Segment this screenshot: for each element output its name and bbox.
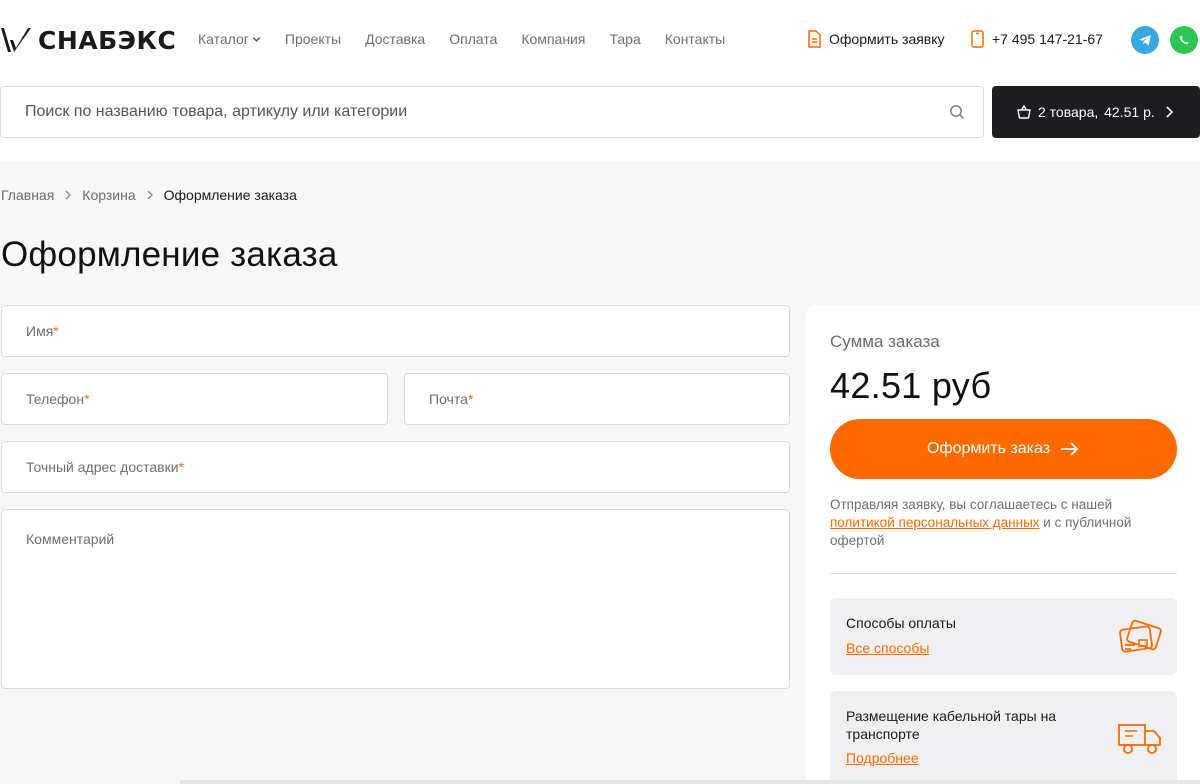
basket-icon [1017, 104, 1031, 119]
chevron-right-icon [65, 190, 72, 200]
logo-mark-icon [1, 28, 31, 52]
nav-item-delivery[interactable]: Доставка [365, 31, 425, 47]
nav-item-label: Доставка [365, 31, 426, 47]
nav-item-label: Оплата [449, 31, 498, 47]
page-title: Оформление заказа [1, 235, 338, 274]
all-payment-methods-link[interactable]: Все способы [846, 640, 929, 656]
arrow-right-icon [1061, 442, 1079, 456]
consent-text: Отправляя заявку, вы соглашаетесь с наше… [830, 497, 1132, 548]
chevron-down-icon [252, 36, 261, 42]
nav-item-label: Тара [609, 31, 641, 47]
apply-request-link[interactable]: Оформить заявку [806, 30, 945, 48]
order-sum-label: Сумма заказа [830, 332, 940, 351]
telegram-icon [1139, 35, 1151, 46]
divider [830, 573, 1177, 574]
email-field[interactable]: Почта* [404, 373, 790, 425]
breadcrumb-current: Оформление заказа [163, 187, 297, 203]
nav-item-projects[interactable]: Проекты [285, 31, 341, 47]
search-bar [0, 86, 984, 138]
search-icon[interactable] [949, 104, 965, 120]
cart-items-count: 2 товара, [1038, 104, 1099, 120]
nav-item-label: Контакты [664, 31, 726, 47]
email-field-label: Почта* [429, 391, 474, 407]
breadcrumb-home[interactable]: Главная [1, 187, 54, 203]
breadcrumb-cart[interactable]: Корзина [82, 187, 135, 203]
name-field[interactable]: Имя* [1, 305, 790, 357]
name-field-label: Имя* [26, 323, 59, 339]
main-nav: Каталог Проекты Доставка Оплата Компания… [198, 31, 725, 47]
nav-item-label: Каталог [198, 31, 249, 47]
address-field[interactable]: Точный адрес доставки* [1, 441, 790, 493]
credit-card-icon [1119, 619, 1162, 653]
phone-field[interactable]: Телефон* [1, 373, 388, 425]
nav-item-label: Проекты [284, 31, 342, 47]
document-icon [808, 30, 821, 48]
payment-methods-card: Способы оплаты Все способы [830, 598, 1177, 675]
phone-link[interactable]: +7 495 147-21-67 [969, 30, 1103, 48]
search-input[interactable] [25, 87, 925, 137]
order-summary: Сумма заказа 42.51 руб Оформить заказ От… [806, 305, 1200, 784]
shipping-placement-card: Размещение кабельной тары на транспорте … [830, 691, 1177, 784]
truck-icon [1118, 724, 1161, 754]
brand-name: СНАБЭКС [38, 25, 177, 55]
nav-item-catalog[interactable]: Каталог [198, 31, 261, 47]
order-sum-amount: 42.51 руб [830, 365, 992, 406]
shipping-more-link[interactable]: Подробнее [846, 750, 919, 766]
nav-item-packaging[interactable]: Тара [609, 31, 640, 47]
comment-field[interactable]: Комментарий [1, 509, 790, 689]
chevron-right-icon [147, 190, 153, 200]
phone-number: +7 495 147-21-67 [992, 31, 1103, 47]
shipping-placement-title: Размещение кабельной тары на транспорте [846, 708, 1057, 742]
address-field-label: Точный адрес доставки* [26, 459, 184, 475]
phone-icon [971, 30, 984, 48]
cart-total: 42.51 р. [1104, 104, 1155, 120]
whatsapp-button[interactable] [1170, 26, 1198, 54]
nav-item-company[interactable]: Компания [521, 31, 585, 47]
breadcrumb: Главная Корзина Оформление заказа [1, 187, 297, 203]
apply-request-label: Оформить заявку [829, 31, 945, 47]
payment-methods-title: Способы оплаты [846, 615, 956, 631]
logo[interactable]: СНАБЭКС [0, 24, 176, 56]
site-header: СНАБЭКС Каталог Проекты Доставка Оплата … [0, 0, 1200, 80]
comment-field-label: Комментарий [26, 531, 115, 547]
privacy-policy-link[interactable]: политикой персональных данных [830, 515, 1040, 530]
place-order-label: Оформить заказ [926, 440, 1051, 457]
place-order-button[interactable]: Оформить заказ [830, 419, 1177, 479]
nav-item-label: Компания [521, 31, 586, 47]
telegram-button[interactable] [1131, 26, 1159, 54]
phone-field-label: Телефон* [26, 391, 90, 407]
cart-button[interactable]: 2 товара, 42.51 р. [992, 86, 1200, 138]
whatsapp-icon [1179, 35, 1189, 45]
nav-item-contacts[interactable]: Контакты [665, 31, 725, 47]
horizontal-scrollbar[interactable] [180, 780, 1200, 784]
chevron-right-icon [1166, 106, 1174, 118]
nav-item-payment[interactable]: Оплата [449, 31, 497, 47]
checkout-section: Главная Корзина Оформление заказа Оформл… [0, 161, 1200, 784]
